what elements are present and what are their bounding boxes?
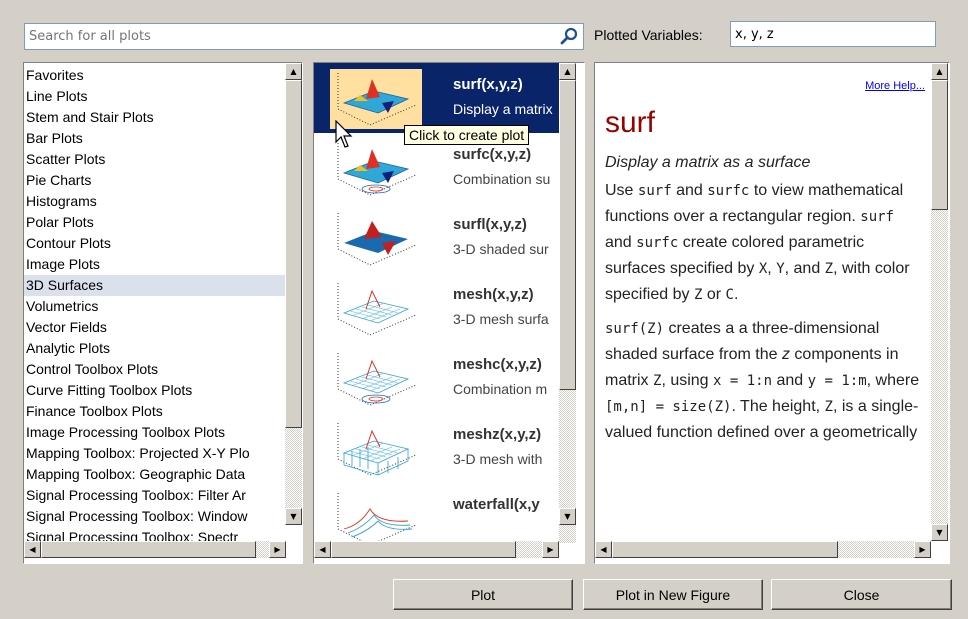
meshc-thumbnail-icon[interactable] — [330, 349, 422, 409]
category-item[interactable]: Finance Toolbox Plots — [24, 401, 286, 422]
category-vscrollbar[interactable]: ▲ ▼ — [285, 63, 302, 525]
scroll-left-button[interactable]: ◀ — [314, 541, 331, 558]
category-item[interactable]: Bar Plots — [24, 128, 286, 149]
scroll-left-button[interactable]: ◀ — [595, 541, 612, 558]
plot-name: meshc(x,y,z) — [453, 356, 542, 373]
close-button[interactable]: Close — [771, 579, 952, 610]
category-list: Favorites Line Plots Stem and Stair Plots B… — [23, 62, 303, 564]
category-item[interactable]: Analytic Plots — [24, 338, 286, 359]
category-item[interactable]: Scatter Plots — [24, 149, 286, 170]
plot-name: meshz(x,y,z) — [453, 426, 542, 443]
help-vscrollbar[interactable]: ▲ ▼ — [931, 63, 948, 541]
scroll-thumb[interactable] — [931, 80, 948, 210]
plot-name: surfl(x,y,z) — [453, 216, 527, 233]
plot-item[interactable]: meshc(x,y,z) Combination m — [314, 343, 559, 413]
scroll-right-button[interactable]: ▶ — [542, 541, 559, 558]
category-item[interactable]: Contour Plots — [24, 233, 286, 254]
plot-button[interactable]: Plot — [393, 579, 573, 610]
plot-item[interactable]: surfl(x,y,z) 3-D shaded sur — [314, 203, 559, 273]
category-item[interactable]: Histograms — [24, 191, 286, 212]
search-icon[interactable] — [560, 27, 578, 45]
plot-in-new-figure-button[interactable]: Plot in New Figure — [583, 579, 763, 610]
category-item[interactable]: Mapping Toolbox: Geographic Data — [24, 464, 286, 485]
plot-name: surfc(x,y,z) — [453, 146, 532, 163]
help-paragraph-2: surf(Z) creates a a three-dimensional sh… — [605, 320, 920, 441]
plot-name: surf(x,y,z) — [453, 76, 523, 93]
plot-hscrollbar[interactable]: ◀ ▶ — [314, 541, 559, 558]
help-subtitle: Display a matrix as a surface — [605, 154, 811, 171]
plot-description: 3-D mesh surfa — [453, 311, 549, 327]
category-item[interactable]: Line Plots — [24, 86, 286, 107]
plot-vscrollbar[interactable]: ▲ ▼ — [559, 63, 576, 543]
meshz-thumbnail-icon[interactable] — [330, 419, 422, 479]
plot-description: 3-D mesh with — [453, 451, 543, 467]
category-item[interactable]: Image Processing Toolbox Plots — [24, 422, 286, 443]
scroll-up-button[interactable]: ▲ — [931, 63, 948, 80]
plot-description: Display a matrix — [453, 101, 553, 117]
category-item[interactable]: Polar Plots — [24, 212, 286, 233]
category-item[interactable]: Favorites — [24, 65, 286, 86]
plotted-variables-field[interactable] — [730, 21, 936, 47]
plot-description: Combination su — [453, 171, 551, 187]
scroll-right-button[interactable]: ▶ — [269, 541, 286, 558]
category-item[interactable]: Stem and Stair Plots — [24, 107, 286, 128]
plot-name: mesh(x,y,z) — [453, 286, 534, 303]
search-box — [24, 23, 584, 50]
category-item[interactable]: Volumetrics — [24, 296, 286, 317]
scroll-thumb[interactable] — [559, 80, 576, 390]
help-panel: More Help... surf Display a matrix as a … — [594, 62, 950, 564]
category-item[interactable]: 3D Surfaces — [24, 275, 286, 296]
category-item[interactable]: Signal Processing Toolbox: Filter Ar — [24, 485, 286, 506]
category-item[interactable]: Curve Fitting Toolbox Plots — [24, 380, 286, 401]
scroll-left-button[interactable]: ◀ — [24, 541, 41, 558]
plot-item[interactable]: meshz(x,y,z) 3-D mesh with — [314, 413, 559, 483]
scroll-down-button[interactable]: ▼ — [559, 508, 576, 525]
mesh-thumbnail-icon[interactable] — [330, 279, 422, 339]
scroll-down-button[interactable]: ▼ — [931, 524, 948, 541]
help-paragraph-1: Use surf and surfc to view mathematical … — [605, 182, 910, 303]
plot-item[interactable]: mesh(x,y,z) 3-D mesh surfa — [314, 273, 559, 343]
help-hscrollbar[interactable]: ◀ ▶ — [595, 541, 931, 558]
category-item[interactable]: Signal Processing Toolbox: Window — [24, 506, 286, 527]
scroll-up-button[interactable]: ▲ — [285, 63, 302, 80]
scroll-thumb[interactable] — [612, 541, 838, 558]
more-help-link[interactable]: More Help... — [865, 80, 925, 92]
category-item[interactable]: Vector Fields — [24, 317, 286, 338]
plotted-variables-label: Plotted Variables: — [594, 27, 703, 43]
category-item[interactable]: Mapping Toolbox: Projected X-Y Plo — [24, 443, 286, 464]
category-hscrollbar[interactable]: ◀ ▶ — [24, 541, 286, 558]
scroll-right-button[interactable]: ▶ — [914, 541, 931, 558]
scroll-down-button[interactable]: ▼ — [285, 508, 302, 525]
plot-description: Combination m — [453, 381, 548, 397]
plot-item[interactable]: waterfall(x,y — [314, 483, 559, 543]
help-title: surf — [605, 106, 656, 139]
category-item[interactable]: Control Toolbox Plots — [24, 359, 286, 380]
search-input[interactable] — [24, 23, 584, 50]
scroll-thumb[interactable] — [285, 80, 302, 428]
surfl-thumbnail-icon[interactable] — [330, 209, 422, 269]
category-item[interactable]: Image Plots — [24, 254, 286, 275]
plot-description: 3-D shaded sur — [453, 241, 549, 257]
scroll-thumb[interactable] — [41, 541, 256, 558]
category-item[interactable]: Pie Charts — [24, 170, 286, 191]
waterfall-thumbnail-icon[interactable] — [330, 489, 422, 543]
tooltip: Click to create plot — [404, 125, 530, 145]
cursor-icon — [335, 119, 355, 154]
plot-name: waterfall(x,y — [453, 496, 540, 513]
scroll-thumb[interactable] — [331, 541, 516, 558]
scroll-up-button[interactable]: ▲ — [559, 63, 576, 80]
